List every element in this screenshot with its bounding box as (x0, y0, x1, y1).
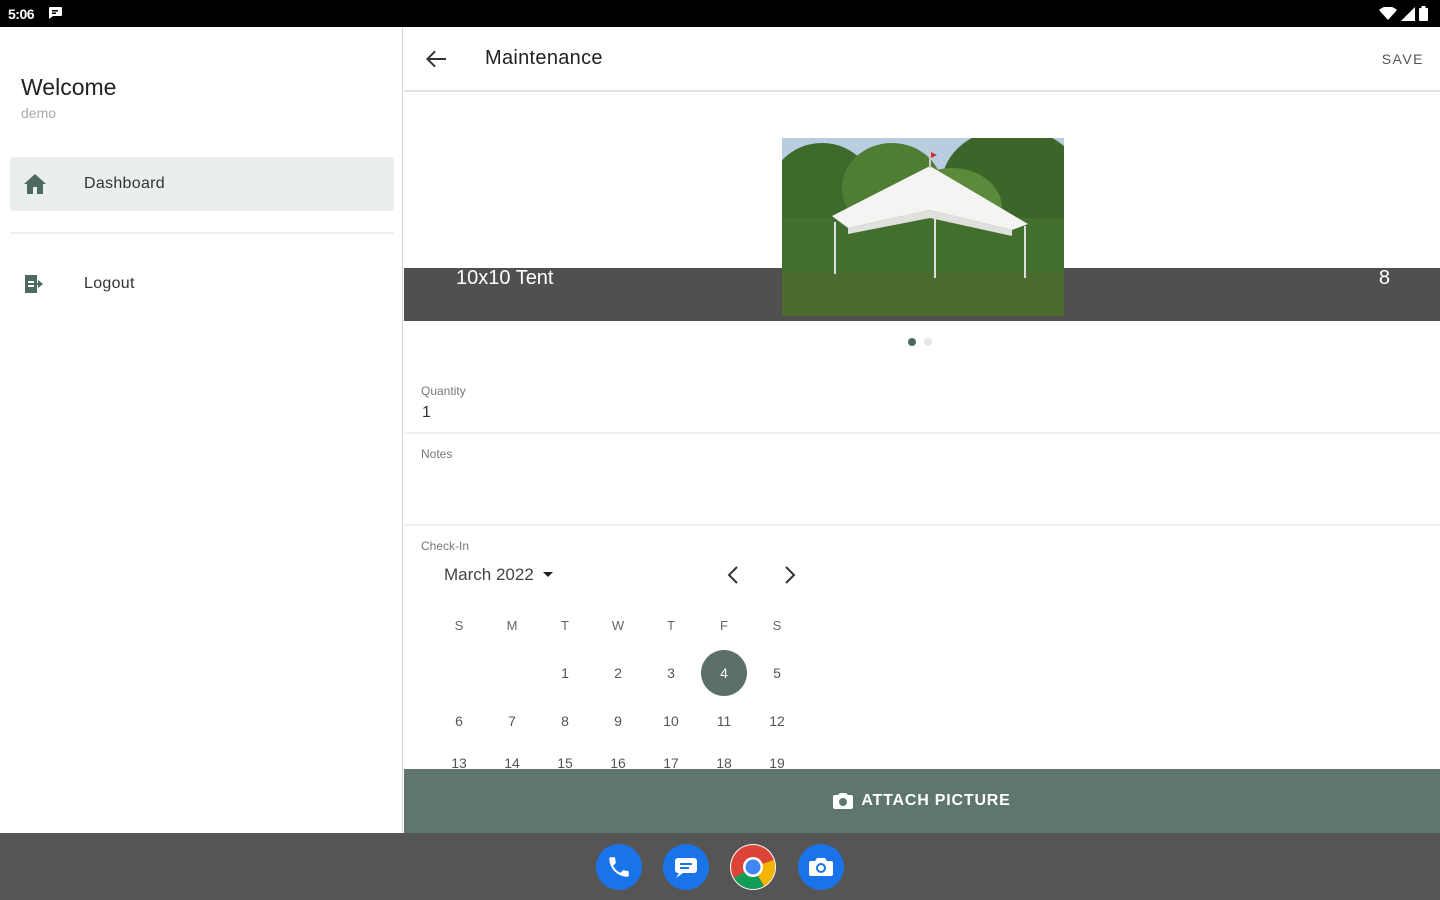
calendar-day[interactable]: 6 (433, 697, 485, 745)
next-month-icon[interactable] (776, 562, 802, 588)
checkin-label: Check-In (421, 539, 470, 553)
attach-picture-label: ATTACH PICTURE (861, 792, 1011, 809)
weekday-header: M (506, 617, 518, 633)
item-image-carousel[interactable]: 10x10 Tent 8 (404, 92, 1440, 322)
main-panel: Maintenance SAVE 10x10 Tent 8 Quantity 1… (404, 27, 1440, 833)
camera-icon (833, 793, 854, 809)
calendar-day[interactable]: 17 (645, 745, 697, 769)
calendar-day[interactable]: 9 (592, 697, 644, 745)
weekday-header: T (667, 617, 675, 633)
sidebar-item-logout[interactable]: Logout (10, 257, 394, 311)
calendar-day[interactable]: 8 (539, 697, 591, 745)
calendar-day[interactable]: 14 (486, 745, 538, 769)
message-notification-icon (49, 7, 62, 19)
calendar-day[interactable]: 12 (751, 697, 803, 745)
sidebar-item-label: Dashboard (84, 175, 165, 192)
calendar-day[interactable]: 18 (698, 745, 750, 769)
battery-icon (1419, 6, 1428, 21)
messages-icon[interactable] (663, 844, 709, 890)
home-icon (22, 171, 48, 197)
calendar-day[interactable]: 2 (592, 649, 644, 697)
weekday-header: S (772, 617, 782, 633)
weekday-header: S (454, 617, 464, 633)
back-arrow-icon[interactable] (422, 45, 450, 73)
chrome-icon[interactable] (730, 844, 776, 890)
quantity-label: Quantity (421, 384, 466, 398)
save-button[interactable]: SAVE (1382, 51, 1424, 67)
calendar-day[interactable]: 19 (751, 745, 803, 769)
carousel-indicator (908, 338, 932, 346)
sidebar-item-dashboard[interactable]: Dashboard (10, 157, 394, 211)
status-time: 5:06 (8, 6, 35, 22)
calendar-day[interactable]: 15 (539, 745, 591, 769)
tent-photo (782, 138, 1064, 316)
logout-icon (22, 271, 48, 297)
drawer-divider (10, 232, 394, 234)
weekday-header: T (561, 617, 569, 633)
navigation-drawer: Welcome demo Dashboard Logout (0, 27, 403, 833)
attach-picture-button[interactable]: ATTACH PICTURE (404, 769, 1440, 833)
carousel-dot[interactable] (908, 338, 916, 346)
calendar-day[interactable]: 1 (539, 649, 591, 697)
month-label: March 2022 (444, 565, 534, 584)
system-dock (0, 833, 1440, 900)
item-name: 10x10 Tent (456, 267, 554, 289)
quantity-value: 1 (422, 404, 431, 421)
dropdown-arrow-icon (542, 572, 553, 577)
calendar-day-selected[interactable]: 4 (698, 649, 750, 697)
app-bar: Maintenance SAVE (404, 27, 1440, 92)
calendar-day[interactable]: 11 (698, 697, 750, 745)
calendar-day[interactable]: 16 (592, 745, 644, 769)
page-title: Maintenance (485, 47, 603, 69)
wifi-icon (1379, 6, 1397, 20)
calendar-day[interactable]: 13 (433, 745, 485, 769)
calendar-day[interactable]: 10 (645, 697, 697, 745)
quantity-field[interactable]: Quantity 1 (404, 367, 1440, 434)
notes-field[interactable]: Notes (404, 434, 1440, 526)
status-bar: 5:06 (0, 0, 1440, 27)
phone-icon[interactable] (596, 844, 642, 890)
month-selector[interactable]: March 2022 (444, 565, 554, 585)
previous-month-icon[interactable] (721, 562, 747, 588)
notes-label: Notes (421, 447, 453, 461)
drawer-username: demo (21, 105, 57, 121)
weekday-header: F (720, 617, 728, 633)
calendar-day[interactable]: 7 (486, 697, 538, 745)
item-count: 8 (1378, 267, 1390, 289)
calendar-day[interactable]: 5 (751, 649, 803, 697)
sidebar-item-label: Logout (84, 275, 135, 292)
camera-app-icon[interactable] (798, 844, 844, 890)
weekday-header: W (611, 617, 625, 633)
drawer-welcome-title: Welcome (21, 74, 117, 100)
signal-icon (1401, 6, 1415, 21)
carousel-dot[interactable] (924, 338, 932, 346)
calendar-day[interactable]: 3 (645, 649, 697, 697)
